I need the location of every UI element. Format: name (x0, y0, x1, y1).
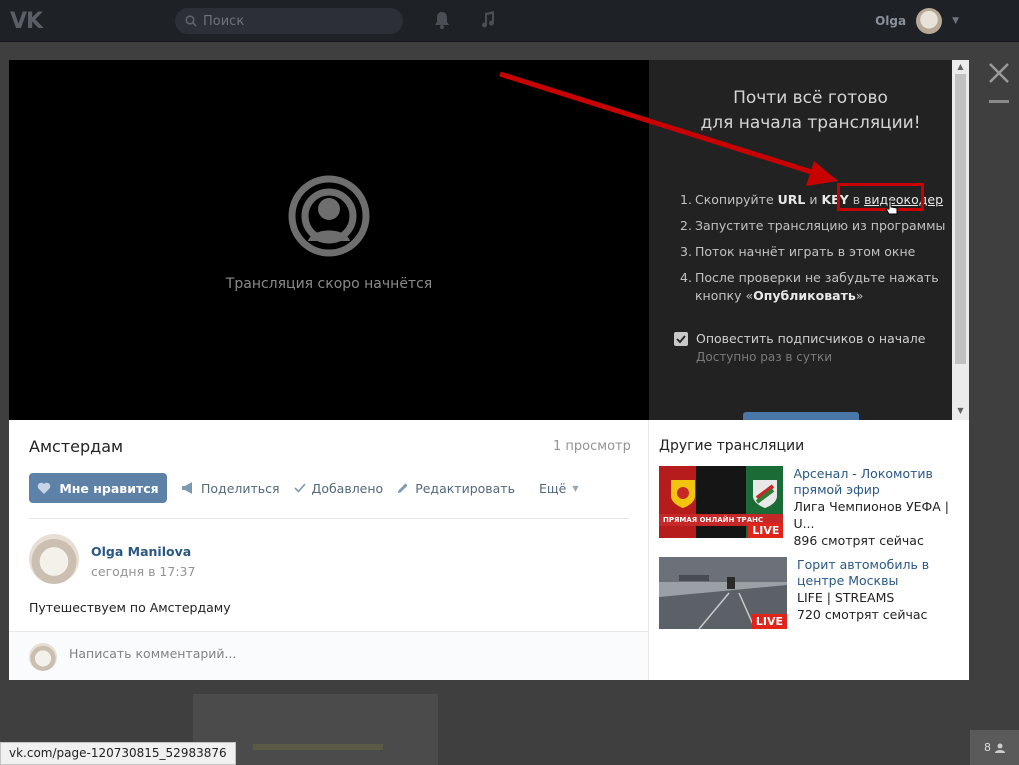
browser-status-url: vk.com/page-120730815_52983876 (0, 742, 236, 765)
online-count: 8 (984, 741, 991, 754)
annotation-arrow (499, 71, 838, 186)
person-icon (995, 743, 1005, 753)
online-friends-badge[interactable]: 8 (970, 730, 1019, 765)
